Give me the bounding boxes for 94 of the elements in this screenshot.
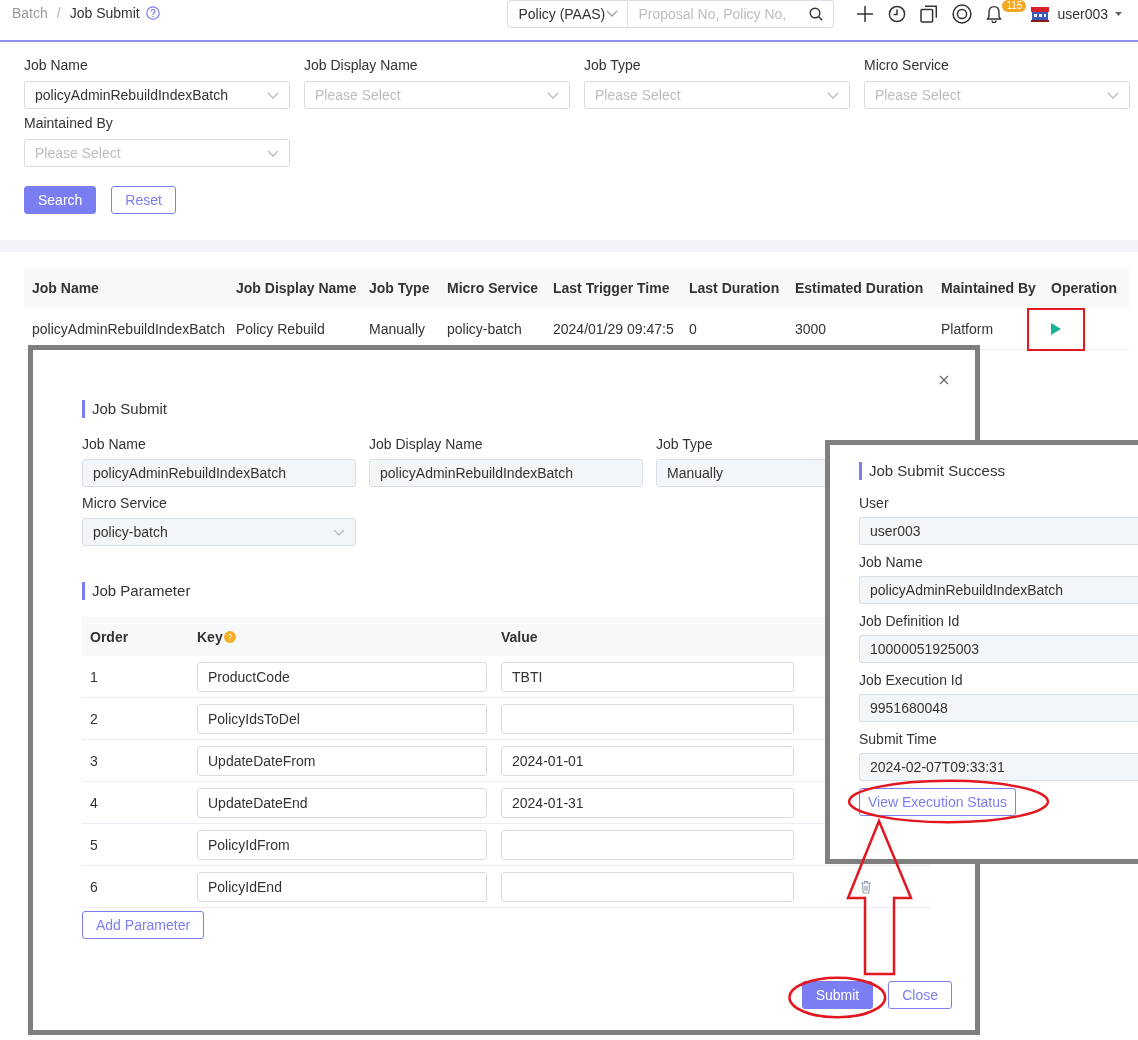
value-input[interactable]: TBTI: [501, 661, 794, 692]
field-label: Job Execution Id: [859, 671, 963, 690]
user-name[interactable]: user003: [1057, 5, 1108, 22]
chevron-icon[interactable]: [333, 528, 345, 536]
table-cell-text: Manually: [369, 319, 426, 339]
target-icon[interactable]: [952, 3, 973, 24]
row-number: 5: [90, 836, 98, 853]
search-icon[interactable]: [809, 6, 824, 21]
key-input[interactable]: ProductCode: [197, 661, 487, 692]
table-cell-text: Policy Rebuild: [236, 319, 325, 339]
table-cell-text: policyAdminRebuildIndexBatch: [32, 319, 225, 339]
column-header: Maintained By: [941, 279, 1036, 298]
value-input[interactable]: [501, 829, 794, 860]
play-icon[interactable]: [1051, 322, 1061, 335]
text-field[interactable]: policyAdminRebuildIndexBatch: [82, 459, 356, 487]
text-field[interactable]: user003: [859, 517, 1138, 545]
field-label: Maintained By: [24, 114, 113, 133]
help-icon[interactable]: [145, 6, 160, 20]
select-field[interactable]: policyAdminRebuildIndexBatch: [24, 81, 290, 109]
add-parameter-button[interactable]: Add Parameter: [82, 911, 205, 939]
field-label: Micro Service: [82, 494, 167, 513]
caret-icon[interactable]: [1115, 11, 1122, 16]
field-label: Submit Time: [859, 730, 937, 749]
section-title: Job Submit: [82, 400, 168, 418]
scope-select[interactable]: Policy (PAAS): [507, 0, 629, 28]
column-header: Value: [501, 628, 538, 645]
value-input[interactable]: [501, 703, 794, 734]
trash-icon[interactable]: [859, 879, 872, 894]
help-icon[interactable]: [223, 630, 236, 643]
column-header: Key: [197, 628, 223, 645]
value-input[interactable]: 2024-01-31: [501, 787, 794, 818]
value-input[interactable]: [501, 871, 794, 902]
row-number: 4: [90, 794, 98, 811]
clock-icon[interactable]: [888, 4, 907, 23]
field-label: Micro Service: [864, 56, 949, 75]
row-number: 2: [90, 710, 98, 727]
breadcrumb-current: Job Submit: [69, 5, 140, 21]
field-label: Job Name: [24, 56, 88, 75]
chevron-icon[interactable]: [606, 10, 619, 17]
value-input[interactable]: 2024-01-01: [501, 745, 794, 776]
table-cell-text: Platform: [941, 319, 994, 339]
column-header: Micro Service: [447, 279, 539, 298]
table-cell-text: 3000: [795, 319, 827, 339]
plus-icon[interactable]: [856, 4, 875, 23]
table-cell-text: 2024/01/29 09:47:5: [553, 319, 674, 339]
row-number: 6: [90, 878, 98, 895]
text-field[interactable]: 2024-02-07T09:33:31: [859, 753, 1138, 781]
column-header: Estimated Duration: [795, 279, 924, 298]
field-label: Job Definition Id: [859, 612, 960, 631]
key-input[interactable]: PolicyIdFrom: [197, 829, 487, 860]
bell-icon[interactable]: [986, 4, 1003, 23]
section-title: Job Submit Success: [859, 462, 1005, 480]
text-field[interactable]: 9951680048: [859, 694, 1138, 722]
field-label: Job Name: [859, 553, 923, 572]
field-label: Job Display Name: [369, 435, 483, 454]
table-cell-text: policy-batch: [447, 319, 522, 339]
column-header: Job Type: [369, 279, 430, 298]
field-label: User: [859, 494, 889, 513]
chevron-icon[interactable]: [827, 91, 839, 99]
field-label: Job Name: [82, 435, 146, 454]
reset-button[interactable]: Reset: [111, 186, 176, 214]
field-label: Job Type: [656, 435, 713, 454]
column-header: Last Duration: [689, 279, 780, 298]
row-number: 3: [90, 752, 98, 769]
column-header: Last Trigger Time: [553, 279, 670, 298]
search-field[interactable]: Proposal No, Policy No,: [628, 0, 835, 28]
close-button[interactable]: Close: [888, 981, 952, 1009]
column-header: Order: [90, 628, 129, 645]
text-field[interactable]: policyAdminRebuildIndexBatch: [369, 459, 643, 487]
view-status-button[interactable]: View Execution Status: [859, 788, 1017, 816]
select-field[interactable]: policy-batch: [82, 518, 356, 546]
chevron-icon[interactable]: [1107, 91, 1119, 99]
avatar-icon[interactable]: [1030, 4, 1051, 23]
key-input[interactable]: UpdateDateEnd: [197, 787, 487, 818]
key-input[interactable]: PolicyIdEnd: [197, 871, 487, 902]
column-header: Job Name: [32, 279, 99, 298]
section-title: Job Parameter: [82, 582, 191, 600]
text-field[interactable]: 10000051925003: [859, 635, 1138, 663]
table-cell-text: 0: [689, 319, 697, 339]
breadcrumb-separator: /: [56, 5, 61, 21]
column-header: Job Display Name: [236, 279, 357, 298]
key-input[interactable]: PolicyIdsToDel: [197, 703, 487, 734]
close-icon[interactable]: [939, 375, 949, 385]
text-field[interactable]: policyAdminRebuildIndexBatch: [859, 576, 1138, 604]
notification-badge: 115: [1002, 0, 1027, 12]
chevron-icon[interactable]: [547, 91, 559, 99]
copy-icon[interactable]: [920, 4, 939, 23]
column-header: Operation: [1051, 279, 1118, 298]
field-label: Job Display Name: [304, 56, 418, 75]
key-input[interactable]: UpdateDateFrom: [197, 745, 487, 776]
chevron-icon[interactable]: [267, 91, 279, 99]
field-label: Job Type: [584, 56, 641, 75]
chevron-icon[interactable]: [267, 149, 279, 157]
row-number: 1: [90, 668, 98, 685]
